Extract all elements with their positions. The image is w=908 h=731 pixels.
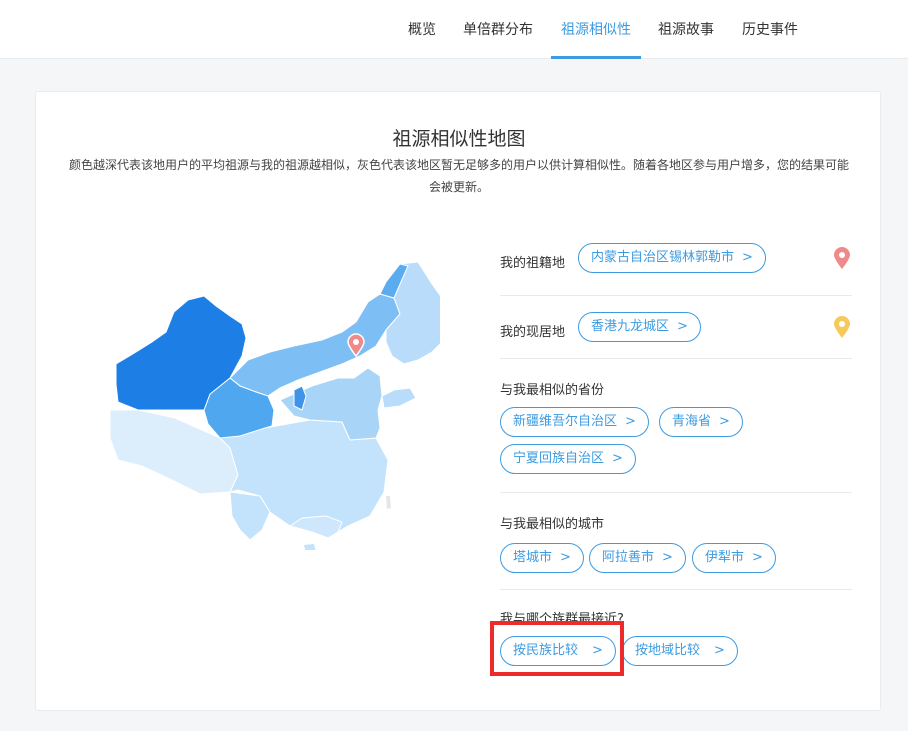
chevron-right-icon: > [662, 550, 673, 565]
chevron-right-icon: > [714, 643, 725, 658]
similar-provinces-row: 与我最相似的省份 新疆维吾尔自治区 > 青海省 > 宁夏回族自治区 > [500, 359, 852, 493]
province-button-qinghai[interactable]: 青海省 > [659, 407, 743, 437]
tab-history-events[interactable]: 历史事件 [742, 0, 798, 59]
map-region-shandong [381, 387, 417, 409]
tab-ancestry-similarity[interactable]: 祖源相似性 [551, 0, 641, 59]
chevron-right-icon: > [560, 550, 571, 565]
province-name: 青海省 [672, 414, 712, 429]
similarity-panel: 我的祖籍地 内蒙古自治区锡林郭勒市 > 我的现居地 香港九龙城区 > 与我最相似的省… [500, 240, 852, 690]
city-name: 伊犁市 [705, 550, 745, 565]
chevron-right-icon: > [592, 643, 603, 658]
chevron-right-icon: > [752, 550, 763, 565]
compare-by-ethnicity-label: 按民族比较 [513, 643, 579, 658]
tab-ancestry-story[interactable]: 祖源故事 [658, 0, 714, 59]
residence-pin-icon [834, 316, 850, 338]
residence-select-button[interactable]: 香港九龙城区 > [578, 312, 701, 342]
residence-value: 香港九龙城区 [591, 319, 670, 334]
top-nav: 概览 单倍群分布 祖源相似性 祖源故事 历史事件 [0, 0, 908, 59]
ethnic-question-label: 我与哪个族群最接近? [500, 612, 624, 627]
similar-cities-label: 与我最相似的城市 [500, 517, 605, 532]
chevron-right-icon: > [742, 250, 753, 265]
province-button-ningxia[interactable]: 宁夏回族自治区 > [500, 444, 636, 474]
residence-row: 我的现居地 香港九龙城区 > [500, 296, 852, 359]
china-similarity-map[interactable] [80, 260, 440, 550]
province-name: 宁夏回族自治区 [513, 451, 605, 466]
chevron-right-icon: > [719, 414, 730, 429]
tab-overview[interactable]: 概览 [408, 0, 436, 59]
origin-row: 我的祖籍地 内蒙古自治区锡林郭勒市 > [500, 240, 852, 296]
origin-pin-icon [834, 247, 850, 269]
origin-value: 内蒙古自治区锡林郭勒市 [591, 250, 735, 265]
chevron-right-icon: > [677, 319, 688, 334]
compare-by-region-label: 按地域比较 [635, 643, 701, 658]
compare-by-region-button[interactable]: 按地域比较 > [622, 636, 738, 666]
origin-select-button[interactable]: 内蒙古自治区锡林郭勒市 > [578, 243, 766, 273]
map-description: 颜色越深代表该地用户的平均祖源与我的祖源越相似，灰色代表该地区暂无足够多的用户以… [68, 158, 849, 194]
similar-provinces-label: 与我最相似的省份 [500, 383, 605, 398]
residence-label: 我的现居地 [500, 325, 566, 340]
ethnic-row: 我与哪个族群最接近? 按民族比较 > 按地域比较 > [500, 590, 852, 690]
page-title: 祖源相似性地图 [392, 128, 526, 150]
similarity-card: 祖源相似性地图 颜色越深代表该地用户的平均祖源与我的祖源越相似，灰色代表该地区暂… [35, 91, 881, 711]
city-name: 塔城市 [513, 550, 553, 565]
city-button-tacheng[interactable]: 塔城市 > [500, 543, 584, 573]
chevron-right-icon: > [612, 451, 623, 466]
city-button-alashan[interactable]: 阿拉善市 > [589, 543, 686, 573]
similar-cities-row: 与我最相似的城市 塔城市 > 阿拉善市 > 伊犁市 > [500, 493, 852, 590]
chevron-right-icon: > [625, 414, 636, 429]
province-button-xinjiang[interactable]: 新疆维吾尔自治区 > [500, 407, 649, 437]
province-name: 新疆维吾尔自治区 [513, 414, 618, 429]
city-name: 阿拉善市 [602, 550, 655, 565]
map-region-taiwan [386, 496, 391, 509]
compare-by-ethnicity-button[interactable]: 按民族比较 > [500, 636, 616, 666]
origin-label: 我的祖籍地 [500, 256, 566, 271]
city-button-yili[interactable]: 伊犁市 > [692, 543, 776, 573]
tab-haplogroup[interactable]: 单倍群分布 [463, 0, 533, 59]
map-region-hainan [304, 544, 316, 550]
